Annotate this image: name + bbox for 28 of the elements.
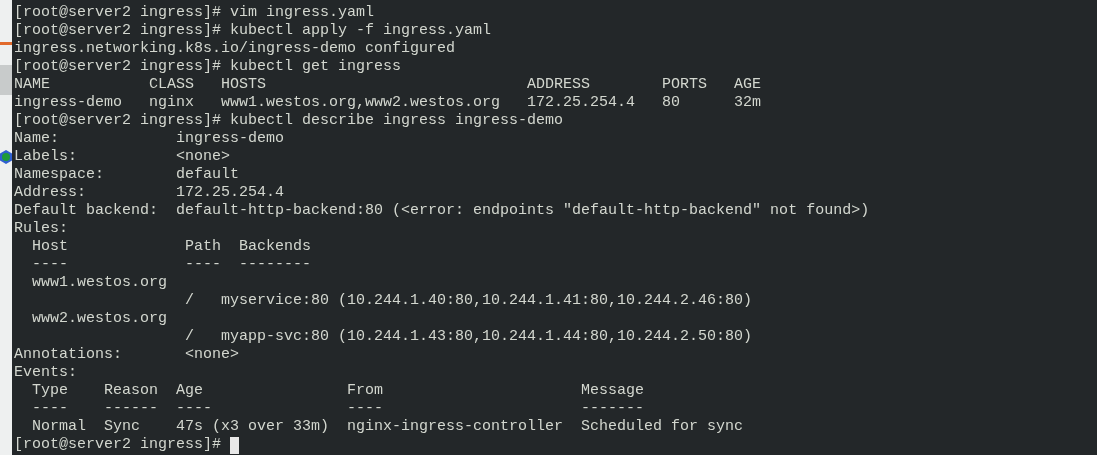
- terminal-line: [root@server2 ingress]#: [14, 436, 222, 454]
- hexagon-icon: [0, 150, 12, 164]
- terminal-line: [root@server2 ingress]# kubectl get ingress: [14, 58, 402, 76]
- terminal-line: ingress.networking.k8s.io/ingress-demo configured: [14, 40, 456, 58]
- terminal-line: Host Path Backends: [31, 238, 312, 256]
- terminal-line: ---- ---- --------: [31, 256, 312, 274]
- terminal-line: Rules:: [14, 220, 68, 238]
- terminal-line: / myservice:80 (10.244.1.40:80,10.244.1.41:80,10.244.2.46:80): [184, 292, 753, 310]
- terminal-line: Name: ingress-demo: [14, 130, 285, 148]
- terminal-line: Labels: <none>: [14, 148, 231, 166]
- terminal-line: [root@server2 ingress]# kubectl describe ingress ingress-demo: [14, 112, 564, 130]
- terminal-line: / myapp-svc:80 (10.244.1.43:80,10.244.1.44:80,10.244.2.50:80): [184, 328, 753, 346]
- terminal-line: ---- ------ ---- ---- -------: [31, 400, 645, 418]
- terminal-line: Address: 172.25.254.4: [14, 184, 285, 202]
- window-panel: [0, 65, 12, 95]
- terminal-line: NAME CLASS HOSTS ADDRESS PORTS AGE: [14, 76, 762, 94]
- terminal-line: ingress-demo nginx www1.westos.org,www2.westos.org 172.25.254.4 80 32m: [14, 94, 762, 112]
- terminal-line: [root@server2 ingress]# kubectl apply -f ingress.yaml: [14, 22, 492, 40]
- terminal-line: www2.westos.org: [31, 310, 168, 328]
- terminal-line: Default backend: default-http-backend:80 (<error: endpoints "default-http-backend" not found>): [14, 202, 870, 220]
- terminal-line: Normal Sync 47s (x3 over 33m) nginx-ingress-controller Scheduled for sync: [31, 418, 744, 436]
- terminal-line: Type Reason Age From Message: [31, 382, 645, 400]
- terminal-line: [root@server2 ingress]# vim ingress.yaml: [14, 4, 375, 22]
- terminal-line: Namespace: default: [14, 166, 240, 184]
- terminal-line: Events:: [14, 364, 77, 382]
- terminal-line: www1.westos.org: [31, 274, 168, 292]
- terminal-line: Annotations: <none>: [14, 346, 240, 364]
- window-stripe: [0, 42, 12, 45]
